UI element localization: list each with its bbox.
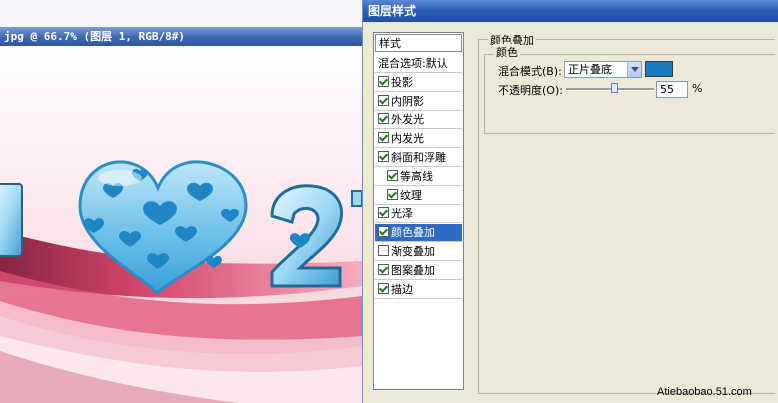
style-item-label: 渐变叠加 bbox=[391, 245, 435, 258]
document-titlebar[interactable]: jpg @ 66.7% (图层 1, RGB/8#) bbox=[0, 27, 362, 46]
opacity-input[interactable]: 55 bbox=[656, 81, 688, 98]
style-item-label: 内发光 bbox=[391, 132, 424, 146]
opacity-unit: % bbox=[692, 82, 703, 95]
document-top-area bbox=[0, 0, 362, 27]
dialog-titlebar[interactable]: 图层样式 bbox=[363, 0, 778, 22]
opacity-label: 不透明度(O): bbox=[498, 84, 563, 97]
letter-i-shape bbox=[0, 183, 23, 257]
checkbox-checked[interactable] bbox=[387, 188, 398, 200]
style-item-label: 描边 bbox=[391, 282, 413, 296]
style-item-label: 内阴影 bbox=[391, 94, 424, 108]
style-item-label: 等高线 bbox=[400, 169, 433, 183]
style-item[interactable]: 光泽 bbox=[375, 205, 462, 224]
checkbox-checked[interactable] bbox=[378, 226, 389, 238]
document-window: jpg @ 66.7% (图层 1, RGB/8#) bbox=[0, 0, 362, 403]
style-item-label: 颜色叠加 bbox=[391, 226, 435, 240]
style-item-label: 斜面和浮雕 bbox=[391, 151, 446, 164]
style-item-label: 光泽 bbox=[391, 207, 413, 221]
opacity-slider[interactable] bbox=[566, 83, 654, 93]
style-item[interactable]: 渐变叠加 bbox=[375, 243, 462, 261]
style-item[interactable]: 纹理 bbox=[375, 187, 462, 205]
checkbox-checked[interactable] bbox=[378, 132, 389, 144]
color-subgroup-title: 颜色 bbox=[494, 44, 520, 60]
letter-fragment bbox=[351, 190, 362, 207]
style-item[interactable]: 等高线 bbox=[375, 168, 462, 186]
checkbox-checked[interactable] bbox=[378, 113, 389, 125]
style-item[interactable]: 混合选项:默认 bbox=[375, 55, 462, 73]
document-title: jpg @ 66.7% (图层 1, RGB/8#) bbox=[4, 30, 185, 43]
style-item-label: 纹理 bbox=[400, 188, 422, 202]
checkbox-unchecked[interactable] bbox=[378, 245, 389, 256]
style-item-label: 图案叠加 bbox=[391, 263, 435, 277]
style-item[interactable]: 内发光 bbox=[375, 130, 462, 149]
overlay-color-swatch[interactable] bbox=[645, 61, 673, 77]
dialog-title: 图层样式 bbox=[368, 4, 417, 18]
styles-list: 样式混合选项:默认投影内阴影外发光内发光斜面和浮雕等高线纹理光泽颜色叠加渐变叠加… bbox=[373, 32, 464, 390]
chevron-down-icon[interactable] bbox=[627, 62, 641, 77]
checkbox-checked[interactable] bbox=[378, 94, 389, 106]
style-item[interactable]: 内阴影 bbox=[375, 93, 462, 111]
heart-highlight bbox=[98, 170, 142, 186]
style-item[interactable]: 颜色叠加 bbox=[375, 224, 462, 243]
color-overlay-panel: 颜色叠加 颜色 混合模式(B): 正片叠底 不透明度(O): 55 % bbox=[478, 30, 775, 395]
opacity-slider-thumb[interactable] bbox=[610, 83, 618, 93]
style-item[interactable]: 斜面和浮雕 bbox=[375, 149, 462, 167]
opacity-value: 55 bbox=[660, 83, 674, 96]
styles-list-header: 样式 bbox=[375, 34, 462, 52]
checkbox-checked[interactable] bbox=[378, 75, 389, 87]
checkbox-checked[interactable] bbox=[378, 151, 389, 162]
artwork bbox=[0, 46, 362, 403]
document-canvas[interactable] bbox=[0, 46, 362, 403]
checkbox-checked[interactable] bbox=[378, 282, 389, 294]
checkbox-checked[interactable] bbox=[378, 263, 389, 275]
style-item-label: 混合选项:默认 bbox=[378, 57, 448, 70]
checkbox-checked[interactable] bbox=[387, 169, 398, 181]
style-item-label: 外发光 bbox=[391, 113, 424, 127]
style-item[interactable]: 图案叠加 bbox=[375, 262, 462, 280]
style-item[interactable]: 外发光 bbox=[375, 111, 462, 130]
layer-style-dialog: 图层样式 样式 混合选项:默认 投影 内阴影 外发光 内发光 斜面和浮雕 等高线 纹理 光泽 颜色叠… bbox=[362, 0, 778, 403]
blend-mode-value: 正片叠底 bbox=[568, 63, 612, 76]
style-item[interactable]: 描边 bbox=[375, 281, 462, 299]
style-item-label: 投影 bbox=[391, 75, 413, 89]
blend-mode-select[interactable]: 正片叠底 bbox=[564, 61, 642, 78]
checkbox-checked[interactable] bbox=[378, 207, 389, 219]
blend-mode-label: 混合模式(B): bbox=[498, 65, 562, 78]
style-item[interactable]: 投影 bbox=[375, 74, 462, 92]
watermark: Atiebaobao.51.com bbox=[657, 386, 752, 398]
